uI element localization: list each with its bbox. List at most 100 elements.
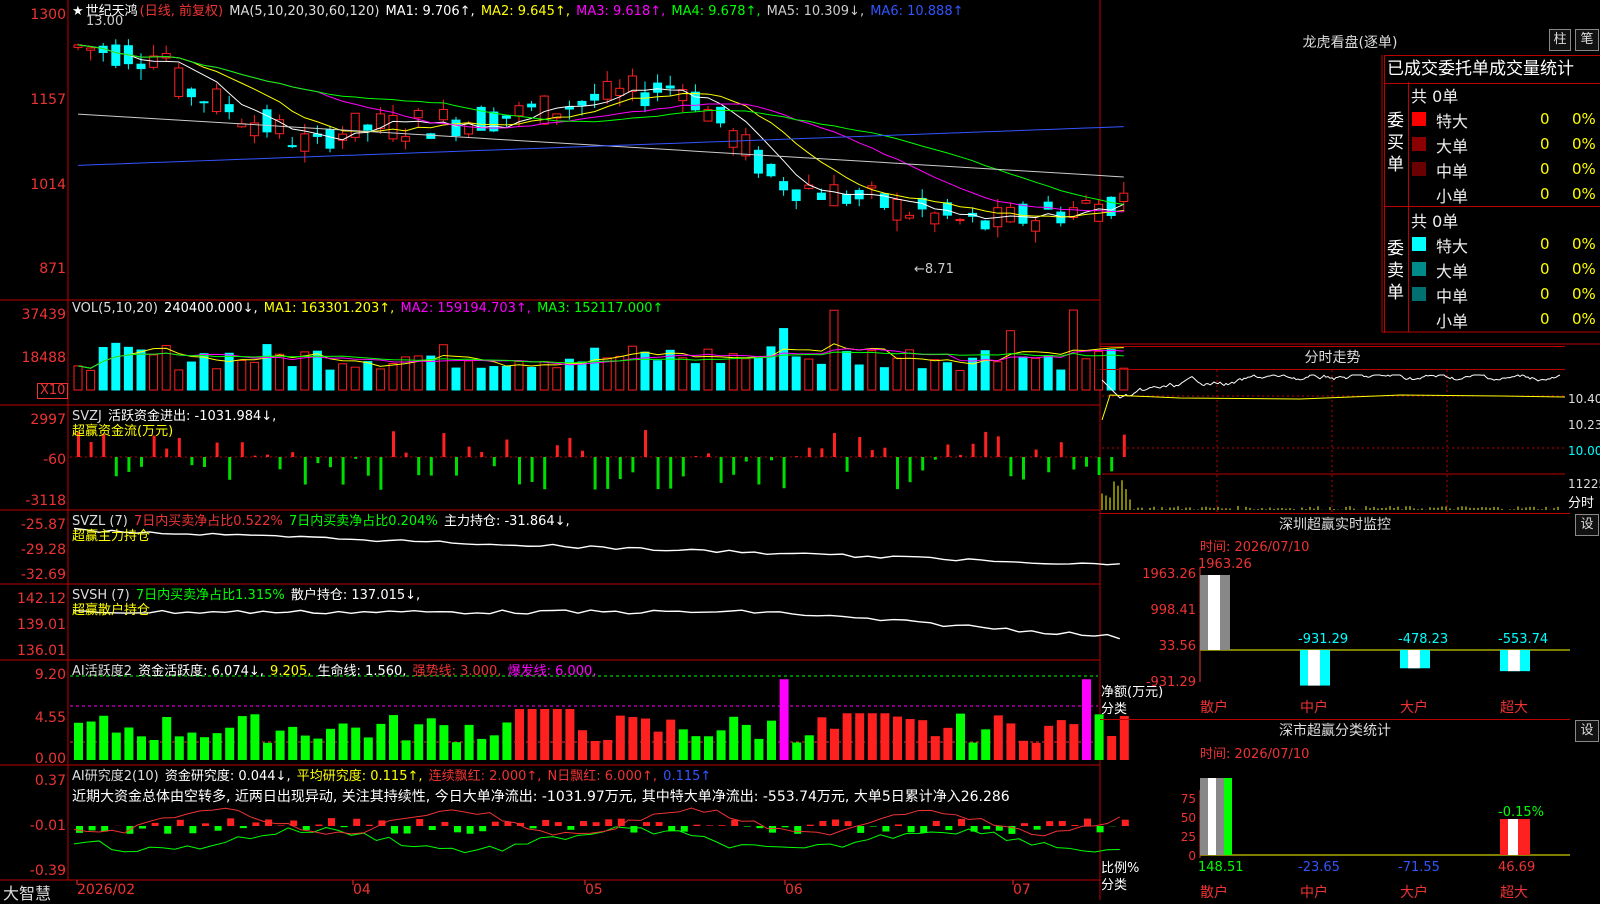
monitor-axis: 1963.26 (1100, 567, 1196, 582)
ma-line (78, 45, 1124, 219)
activity-bar (754, 739, 763, 760)
svzj-bar (279, 457, 282, 469)
activity-bar (641, 719, 650, 760)
svzj-bar (745, 457, 748, 462)
svzj-axis-label: 2997 (0, 412, 66, 428)
volume-bar (880, 368, 888, 390)
svzj-bar (606, 457, 609, 489)
activity-bar (868, 713, 877, 760)
volume-bar (439, 345, 447, 390)
research-bar (693, 825, 700, 826)
price-axis-label: 1300 (0, 7, 66, 23)
research-bar (782, 826, 789, 827)
classify-extra: -0.15% (1498, 805, 1544, 820)
brand-label: 大智慧 (3, 880, 51, 904)
volume-bar (376, 369, 384, 390)
candle-body (1082, 201, 1090, 204)
research-bar (504, 822, 511, 826)
activity-bar (578, 730, 587, 760)
candle-body (87, 48, 95, 50)
research-bar (895, 824, 902, 826)
research-bar (845, 821, 852, 826)
research-bar (958, 819, 965, 826)
candle-body (628, 76, 636, 92)
intraday-axis: 10.00 (1568, 444, 1600, 458)
svsh-sub: 超赢散户持仓 (72, 599, 150, 618)
activity-bar (515, 709, 524, 760)
svzj-axis-label: -3118 (0, 493, 66, 509)
classify-category: 超大 (1500, 882, 1528, 902)
research-bar (920, 826, 927, 833)
monitor-bar-highlight (1508, 650, 1520, 671)
activity-bar (855, 713, 864, 760)
monitor-settings-button[interactable]: 设 (1575, 514, 1599, 536)
classify-time: 时间: 2026/07/10 (1200, 743, 1309, 762)
candle-body (792, 190, 800, 201)
volume-bar (553, 368, 561, 390)
svzj-bar (90, 442, 93, 457)
research-bar (441, 822, 448, 826)
svzj-bar (808, 448, 811, 457)
candle-body (364, 125, 372, 130)
activity-bar (969, 743, 978, 760)
svzj-bar (783, 457, 786, 488)
svzj-bar (1072, 457, 1075, 470)
activity-bar (540, 709, 549, 760)
svzj-bar (165, 449, 168, 457)
star-icon[interactable]: ★ (72, 4, 84, 19)
activity-bar (880, 713, 889, 760)
research-bar (731, 820, 738, 826)
sell-side-label: 委卖单 (1387, 238, 1405, 304)
research-bar (630, 826, 637, 833)
svzj-bar (480, 452, 483, 457)
activity-bar (99, 716, 108, 760)
tick-mode-button[interactable]: 笔 (1575, 29, 1599, 51)
svzj-bar (493, 457, 496, 466)
candle-body (956, 220, 964, 221)
candle-body (780, 182, 788, 190)
volume-bar (943, 363, 951, 390)
ai1-d: 强势线: 3.000, (413, 664, 502, 679)
bar-mode-button[interactable]: 柱 (1549, 29, 1571, 51)
svzj-bar (405, 453, 408, 457)
monitor-time: 时间: 2026/07/10 (1200, 536, 1309, 555)
research-bar (706, 825, 713, 826)
svzj-bar (959, 455, 962, 457)
research-bar (353, 819, 360, 826)
sell-row-count: 0 (1540, 260, 1550, 278)
svzj-sub: 超赢资金流(万元) (72, 420, 173, 439)
classify-axis: 50 (1100, 811, 1196, 825)
ma2-value: MA2: 9.645↑, (481, 4, 570, 19)
candle-body (389, 115, 397, 138)
ai2-e: 0.115↑ (663, 769, 711, 784)
buy-row-label: 中单 (1436, 158, 1468, 182)
activity-bar (780, 679, 789, 760)
classify-category: 大户 (1400, 882, 1428, 902)
svzj-bar (694, 456, 697, 457)
date-label: 05 (585, 882, 603, 898)
activity-bar (200, 737, 209, 760)
svzj-bar (934, 457, 937, 460)
svzj-bar (921, 457, 924, 470)
svzj-bar (619, 457, 622, 479)
research-bar (933, 821, 940, 826)
activity-bar (805, 735, 814, 760)
svzj-bar (1110, 457, 1113, 471)
activity-bar (175, 736, 184, 760)
research-bar (908, 826, 915, 832)
sell-row-swatch (1412, 312, 1426, 326)
svzj-bar (707, 453, 710, 457)
svzj-bar (770, 457, 773, 460)
volume-bar (628, 346, 636, 390)
research-bar (492, 822, 499, 826)
activity-bar (906, 719, 915, 760)
svzj-bar (820, 448, 823, 457)
candle-body (1032, 221, 1040, 232)
buy-row-swatch (1412, 137, 1426, 151)
volume-bar (754, 358, 762, 390)
candle-body (1019, 204, 1027, 223)
classify-settings-button[interactable]: 设 (1575, 720, 1599, 742)
svzl-axis-label: -29.28 (0, 542, 66, 558)
candle-body (288, 146, 296, 147)
ai1-b: 9.205, (270, 664, 311, 679)
